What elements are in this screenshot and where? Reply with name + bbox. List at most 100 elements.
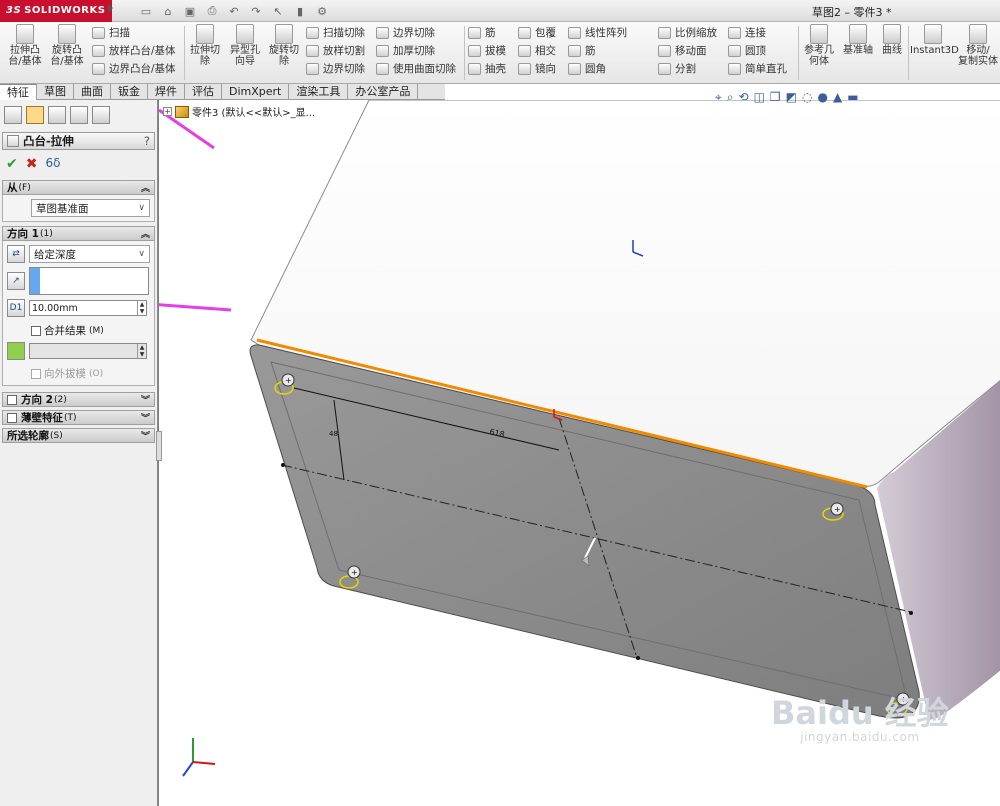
scale-button[interactable]: 比例缩放 (658, 25, 717, 40)
mirror-button[interactable]: 镜向 (518, 61, 556, 76)
property-manager-icon[interactable] (26, 106, 44, 124)
draft-angle-spinner[interactable]: ▲ ▼ (29, 343, 147, 359)
direction1-header[interactable]: 方向 1 (1) ︽ (2, 226, 155, 241)
move-copy-button[interactable]: 移动/ 复制实体 (958, 24, 998, 67)
help-button[interactable]: ? (144, 134, 150, 148)
spinner-buttons[interactable]: ▲ ▼ (137, 344, 146, 358)
dimxpert-manager-icon[interactable] (70, 106, 88, 124)
collapse-icon[interactable]: ︽ (141, 181, 150, 194)
draft-outward-checkbox[interactable]: 向外拔模 (O) (31, 366, 150, 381)
boundary-boss-button[interactable]: 边界凸台/基体 (92, 61, 176, 76)
depth-value[interactable]: 10.00mm (30, 303, 137, 314)
merge-result-checkbox[interactable]: 合并结果 (M) (31, 323, 150, 338)
revolve-cut-button[interactable]: 旋转切 除 (266, 24, 302, 67)
new-icon[interactable]: ▭ (138, 3, 154, 19)
draft-outward-box[interactable] (31, 368, 41, 379)
from-select[interactable]: 草图基准面 ∨ (31, 199, 150, 217)
rib2-button[interactable]: 筋 (568, 43, 627, 58)
tab-sheet-metal[interactable]: 钣金 (111, 84, 148, 100)
tab-surfaces[interactable]: 曲面 (74, 84, 111, 100)
tab-evaluate[interactable]: 评估 (185, 84, 222, 100)
save-icon[interactable]: ▣ (182, 3, 198, 19)
end-condition-select[interactable]: 给定深度 ∨ (29, 245, 150, 263)
tab-sketch[interactable]: 草图 (37, 84, 74, 100)
tab-office-products[interactable]: 办公室产品 (348, 84, 419, 100)
linear-pattern-button[interactable]: 线性阵列 (568, 25, 627, 40)
detailed-preview-icon[interactable]: 6δ (45, 156, 60, 172)
ref-geometry-button[interactable]: 参考几 何体 (802, 24, 836, 67)
extrude-cut-button[interactable]: 拉伸切 除 (188, 24, 222, 67)
configuration-manager-icon[interactable] (48, 106, 66, 124)
hide-show-icon[interactable]: ◌ (802, 90, 812, 105)
zoom-fit-icon[interactable]: ⌖ (715, 90, 722, 105)
direction2-header[interactable]: 方向 2 (2) ︾ (2, 392, 155, 407)
expand-icon[interactable]: + (163, 107, 172, 116)
zoom-area-icon[interactable]: ⌕ (727, 90, 734, 105)
app-logo[interactable]: 3S SOLIDWORKS (0, 0, 112, 22)
draft-button[interactable]: 拔模 (468, 43, 506, 58)
undo-icon[interactable]: ↶ (226, 3, 242, 19)
split-button[interactable]: 分割 (658, 61, 717, 76)
dimension-48[interactable]: 48 (329, 430, 338, 438)
intersect-button[interactable]: 相交 (518, 43, 556, 58)
tab-features[interactable]: 特征 (0, 84, 37, 100)
depth-spinner[interactable]: 10.00mm ▲ ▼ (29, 300, 147, 316)
join-button[interactable]: 连接 (728, 25, 787, 40)
line-endpoint[interactable] (636, 656, 640, 660)
reverse-direction-icon[interactable]: ⇄ (7, 245, 25, 263)
swept-cut-button[interactable]: 扫描切除 (306, 25, 365, 40)
display-style-icon[interactable]: ◩ (786, 90, 797, 105)
simple-hole-button[interactable]: 简单直孔 (728, 61, 787, 76)
hole-wizard-button[interactable]: 异型孔 向导 (226, 24, 264, 67)
print-icon[interactable]: ⎙ (204, 3, 220, 19)
boundary-cut2-button[interactable]: 边界切除 (376, 25, 456, 40)
extrude-boss-button[interactable]: 拉伸凸 台/基体 (6, 24, 44, 67)
shell-button[interactable]: 抽壳 (468, 61, 506, 76)
dome-button[interactable]: 圆顶 (728, 43, 787, 58)
view-settings-icon[interactable]: ▬ (847, 90, 858, 105)
fillet-button[interactable]: 圆角 (568, 61, 627, 76)
thin-feature-checkbox[interactable] (7, 412, 17, 423)
merge-checkbox-box[interactable] (31, 325, 41, 336)
select-icon[interactable]: ↖ (270, 3, 286, 19)
boundary-cut-button[interactable]: 边界切除 (306, 61, 365, 76)
loft-boss-button[interactable]: 放样凸台/基体 (92, 43, 176, 58)
collapse-icon[interactable]: ︽ (141, 227, 150, 240)
lofted-cut-button[interactable]: 放样切割 (306, 43, 365, 58)
draft-toggle-icon[interactable] (7, 342, 25, 360)
line-endpoint[interactable] (909, 611, 913, 615)
direction2-checkbox[interactable] (7, 394, 17, 405)
feature-tree-root[interactable]: + 零件3 (默认<<默认>_显... (163, 104, 315, 119)
panel-collapse-handle[interactable] (156, 431, 162, 461)
instant3d-button[interactable]: Instant3D (910, 24, 959, 56)
cancel-icon[interactable]: ✖ (26, 156, 38, 172)
tab-render-tools[interactable]: 渲染工具 (289, 84, 349, 100)
scene-icon[interactable]: ▲ (833, 90, 842, 105)
tab-weldments[interactable]: 焊件 (148, 84, 185, 100)
spinner-buttons[interactable]: ▲ ▼ (137, 301, 146, 315)
view-orientation-icon[interactable]: ❒ (770, 90, 781, 105)
datum-axis-button[interactable]: 基准轴 (840, 24, 876, 56)
thin-feature-header[interactable]: 薄壁特征 (T) ︾ (2, 410, 155, 425)
surface-cut-button[interactable]: 使用曲面切除 (376, 61, 456, 76)
section-view-icon[interactable]: ◫ (754, 90, 765, 105)
feature-manager-icon[interactable] (4, 106, 22, 124)
direction-selection-box[interactable] (29, 267, 149, 295)
move-face-button[interactable]: 移动面 (658, 43, 717, 58)
redo-icon[interactable]: ↷ (248, 3, 264, 19)
appearance-icon[interactable]: ● (818, 90, 828, 105)
menu-expand-icon[interactable] (108, 4, 113, 12)
tab-dimxpert[interactable]: DimXpert (222, 84, 290, 100)
selected-contours-header[interactable]: 所选轮廓 (S) ︾ (2, 428, 155, 443)
expand-icon[interactable]: ︾ (141, 429, 150, 442)
thicken-cut-button[interactable]: 加厚切除 (376, 43, 456, 58)
graphics-area[interactable]: 618 48 + + + + + 零件3 (默认<<默认>_显... ⌖ ⌕ ⟲… (158, 90, 1000, 806)
open-icon[interactable]: ⌂ (160, 3, 176, 19)
wrap-button[interactable]: 包覆 (518, 25, 556, 40)
display-manager-icon[interactable] (92, 106, 110, 124)
options-icon[interactable]: ⚙ (314, 3, 330, 19)
previous-view-icon[interactable]: ⟲ (739, 90, 749, 105)
expand-icon[interactable]: ︾ (141, 393, 150, 406)
revolve-boss-button[interactable]: 旋转凸 台/基体 (48, 24, 86, 67)
sweep-button[interactable]: 扫描 (92, 25, 176, 40)
